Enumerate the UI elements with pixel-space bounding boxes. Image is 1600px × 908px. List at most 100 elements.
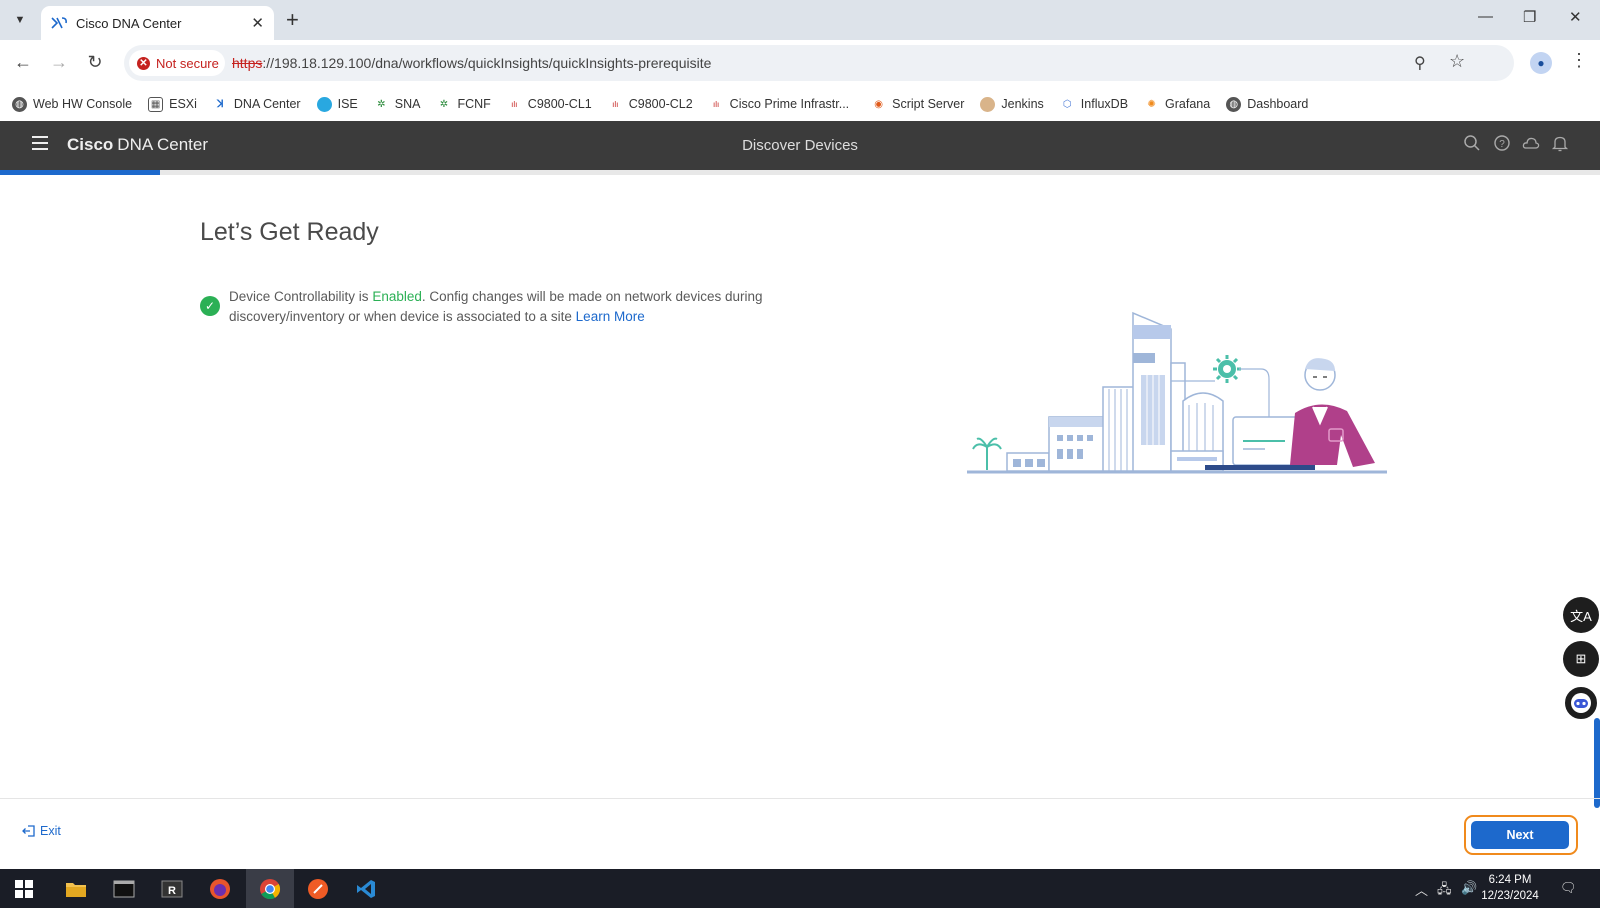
bookmark-ise[interactable]: ISE (316, 96, 358, 112)
globe-icon: ◍ (12, 96, 27, 112)
address-bar[interactable]: ✕ Not secure https://198.18.129.100/dna/… (124, 45, 1514, 81)
windows-logo-icon (15, 879, 33, 898)
exit-icon (22, 825, 35, 837)
workflow-progress-fill (0, 170, 160, 175)
bookmark-sna[interactable]: ✲ SNA (374, 97, 421, 112)
new-tab-button[interactable]: + (286, 8, 299, 32)
bookmark-influxdb[interactable]: ⬡ InfluxDB (1060, 97, 1128, 112)
chrome-button[interactable] (246, 869, 294, 908)
back-icon[interactable]: ← (11, 52, 35, 73)
scrollbar-thumb[interactable] (1594, 718, 1600, 808)
footer-divider (0, 798, 1600, 799)
bookmark-dna-center[interactable]: ꓘ DNA Center (213, 97, 301, 112)
firefox-button[interactable] (196, 869, 244, 908)
cisco-logo-icon: ılı (511, 99, 518, 109)
reload-icon[interactable]: ↻ (83, 52, 107, 73)
bookmark-jenkins[interactable]: Jenkins (980, 96, 1044, 112)
terminal-icon (113, 880, 135, 897)
url-text[interactable]: https://198.18.129.100/dna/workflows/qui… (232, 55, 711, 71)
cisco-dna-favicon-icon (51, 17, 67, 29)
page-title: Discover Devices (742, 137, 858, 154)
bookmark-fcnf[interactable]: ✲ FCNF (436, 97, 491, 112)
bookmarks-bar: ◍ Web HW Console ▦ ESXi ꓘ DNA Center ISE ✲ S… (0, 87, 1600, 121)
forward-icon[interactable]: → (47, 52, 71, 73)
tab-title: Cisco DNA Center (76, 15, 182, 31)
security-label: Not secure (156, 55, 219, 71)
sna-icon: ✲ (377, 98, 386, 110)
cisco-logo-icon: ılı (713, 99, 720, 109)
bookmark-label: C9800-CL1 (527, 97, 592, 111)
status-prefix: Device Controllability is (229, 289, 373, 304)
minimize-icon[interactable]: — (1478, 8, 1493, 25)
windows-taskbar: R ︿ 🖧 🔊 6:24 PM 12/23/2024 🗨 (0, 869, 1600, 908)
learn-more-link[interactable]: Learn More (576, 309, 645, 324)
bookmark-star-icon[interactable]: ☆ (1449, 51, 1465, 72)
chrome-icon (260, 878, 281, 899)
vscode-icon (357, 879, 375, 898)
fcnf-icon: ✲ (439, 98, 449, 110)
bot-face-icon (1571, 693, 1591, 713)
globe-icon: ◍ (1226, 96, 1242, 112)
bookmark-script-server[interactable]: ◉ Script Server (871, 97, 964, 112)
city-workspace-illustration (967, 311, 1387, 474)
bell-icon[interactable] (1551, 134, 1569, 152)
grafana-icon: ✺ (1147, 98, 1156, 110)
tab-close-icon[interactable]: ✕ (251, 14, 264, 32)
browser-menu-icon[interactable]: ⋮ (1570, 50, 1588, 71)
clock-time: 6:24 PM (1488, 874, 1532, 886)
start-button[interactable] (0, 869, 48, 908)
url-scheme: https (232, 55, 263, 71)
bookmark-label: ISE (337, 97, 358, 111)
script-server-icon: ◉ (874, 98, 884, 110)
rdm-icon: R (161, 880, 183, 897)
next-button-highlight: Next (1464, 815, 1578, 855)
bookmark-label: Jenkins (1001, 97, 1044, 111)
bookmark-dashboard[interactable]: ◍ Dashboard (1226, 96, 1308, 112)
remote-desktop-button[interactable]: R (148, 869, 196, 908)
help-icon[interactable]: ? (1493, 134, 1511, 152)
influxdb-icon: ⬡ (1062, 98, 1072, 110)
zoom-icon[interactable]: ⚲ (1414, 53, 1426, 73)
notification-icon[interactable]: 🗨 (1560, 880, 1577, 896)
bookmark-grafana[interactable]: ✺ Grafana (1144, 97, 1210, 112)
status-message: Device Controllability is Enabled. Confi… (229, 287, 800, 326)
bookmark-label: Script Server (892, 97, 965, 111)
apps-grid-icon[interactable]: ⊞ (1563, 641, 1599, 677)
postman-button[interactable] (294, 869, 342, 908)
bookmark-c9800-cl1[interactable]: ılı C9800-CL1 (507, 97, 592, 112)
close-window-icon[interactable]: ✕ (1569, 8, 1582, 26)
terminal-button[interactable] (100, 869, 148, 908)
security-chip[interactable]: ✕ Not secure (129, 50, 225, 76)
bookmark-c9800-cl2[interactable]: ılı C9800-CL2 (608, 97, 693, 112)
workflow-progress (0, 170, 1600, 175)
next-button[interactable]: Next (1471, 821, 1569, 849)
cloud-icon[interactable] (1522, 134, 1540, 152)
translate-icon[interactable]: 文A (1563, 597, 1599, 633)
browser-tab[interactable]: Cisco DNA Center ✕ (41, 6, 274, 40)
search-icon[interactable] (1463, 134, 1481, 152)
exit-button[interactable]: Exit (22, 824, 61, 838)
bookmark-label: Cisco Prime Infrastr... (729, 97, 850, 111)
bookmark-cisco-prime[interactable]: ılı Cisco Prime Infrastr... (709, 97, 849, 112)
vscode-button[interactable] (342, 869, 390, 908)
tray-expand-icon[interactable]: ︿ (1415, 880, 1428, 899)
bookmark-label: SNA (394, 97, 421, 111)
bookmark-esxi[interactable]: ▦ ESXi (148, 96, 197, 112)
tab-search-chevron-icon[interactable]: ▼ (8, 8, 32, 32)
file-explorer-button[interactable] (52, 869, 100, 908)
exit-label: Exit (40, 824, 61, 838)
assistant-bot-icon[interactable] (1563, 685, 1599, 721)
volume-icon[interactable]: 🔊 (1461, 880, 1477, 896)
status-state: Enabled (372, 289, 422, 304)
taskbar-clock[interactable]: 6:24 PM 12/23/2024 (1480, 872, 1540, 904)
network-icon[interactable]: 🖧 (1437, 880, 1452, 902)
bookmark-label: DNA Center (233, 97, 301, 111)
bookmark-web-hw-console[interactable]: ◍ Web HW Console (12, 96, 132, 112)
profile-avatar-icon[interactable]: ● (1530, 52, 1552, 74)
restore-icon[interactable]: ❐ (1523, 8, 1536, 26)
bookmark-label: ESXi (169, 97, 197, 111)
ise-icon (316, 96, 332, 112)
jenkins-icon (980, 96, 996, 112)
cisco-logo-icon: ılı (612, 99, 619, 109)
bookmark-label: Grafana (1165, 97, 1211, 111)
